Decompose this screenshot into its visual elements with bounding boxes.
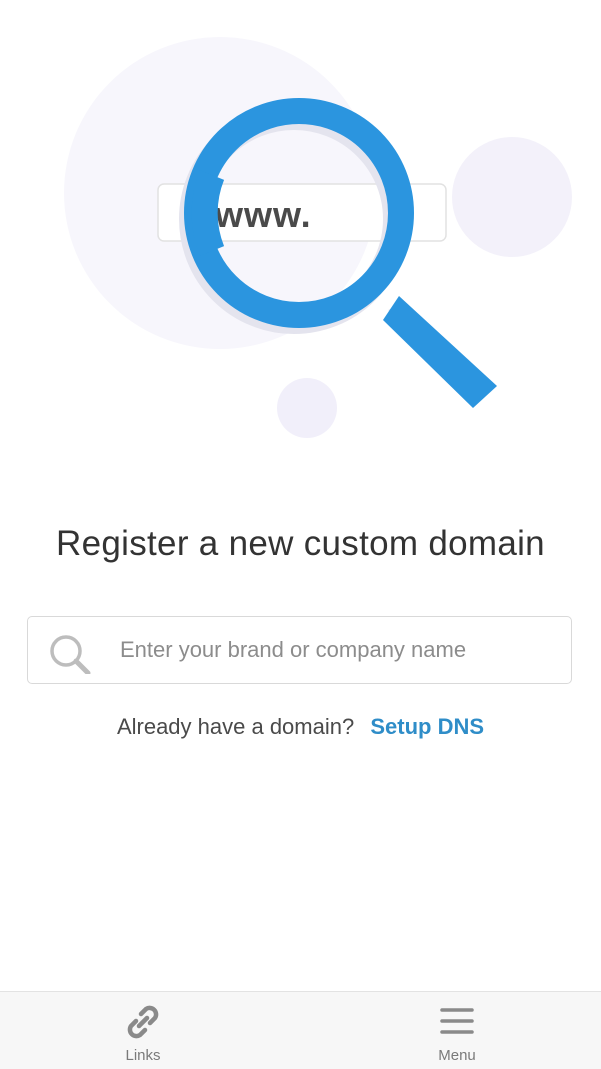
dns-prompt-text: Already have a domain?	[116, 714, 355, 739]
hero-illustration: www.	[64, 37, 572, 438]
dns-prompt-row: Already have a domain? Setup DNS	[0, 714, 601, 740]
url-text: www.	[214, 194, 312, 235]
page: www. Register a new custom domain Alread…	[0, 0, 601, 1069]
domain-search-input[interactable]	[120, 617, 560, 683]
bottom-nav: Links Menu	[0, 991, 601, 1069]
magnifier-handle	[383, 296, 497, 408]
search-icon	[50, 635, 91, 674]
hamburger-menu-icon	[440, 1008, 474, 1034]
nav-label-menu: Menu	[438, 1047, 476, 1064]
nav-item-menu[interactable]: Menu	[357, 992, 557, 1069]
setup-dns-link[interactable]: Setup DNS	[370, 714, 484, 739]
right-background-bubble	[452, 137, 572, 257]
page-title: Register a new custom domain	[56, 524, 545, 563]
link-icon	[127, 1005, 159, 1039]
domain-search-box[interactable]	[27, 616, 572, 684]
small-background-bubble	[277, 378, 337, 438]
nav-label-links: Links	[125, 1047, 161, 1064]
nav-item-links[interactable]: Links	[43, 992, 243, 1069]
